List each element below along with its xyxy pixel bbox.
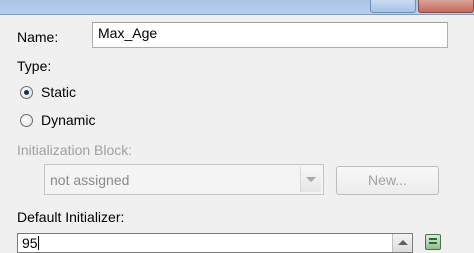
radio-static-indicator[interactable] — [20, 85, 33, 99]
radio-dynamic-indicator[interactable] — [20, 113, 33, 127]
chevron-down-icon[interactable] — [300, 167, 321, 192]
type-label: Type: — [17, 58, 52, 74]
radio-static[interactable]: Static — [20, 84, 76, 100]
init-block-combo[interactable]: not assigned — [44, 164, 324, 195]
name-field[interactable]: Max_Age — [92, 22, 448, 48]
close-button[interactable] — [418, 0, 474, 13]
init-block-selected: not assigned — [50, 172, 130, 188]
default-initializer-label: Default Initializer: — [17, 209, 125, 225]
default-initializer-value: 95 — [22, 235, 38, 251]
default-initializer-field[interactable]: 95 — [17, 233, 413, 253]
radio-dynamic[interactable]: Dynamic — [20, 112, 95, 128]
window-title-bar — [0, 0, 474, 15]
init-block-label: Initialization Block: — [17, 142, 133, 158]
scroll-up-icon[interactable] — [392, 234, 412, 252]
radio-dynamic-label: Dynamic — [41, 112, 96, 128]
name-label: Name: — [17, 29, 59, 45]
radio-static-label: Static — [41, 84, 77, 100]
name-field-value: Max_Age — [98, 25, 158, 41]
new-init-block-button[interactable]: New... — [336, 166, 439, 195]
maximize-button[interactable] — [370, 0, 416, 13]
